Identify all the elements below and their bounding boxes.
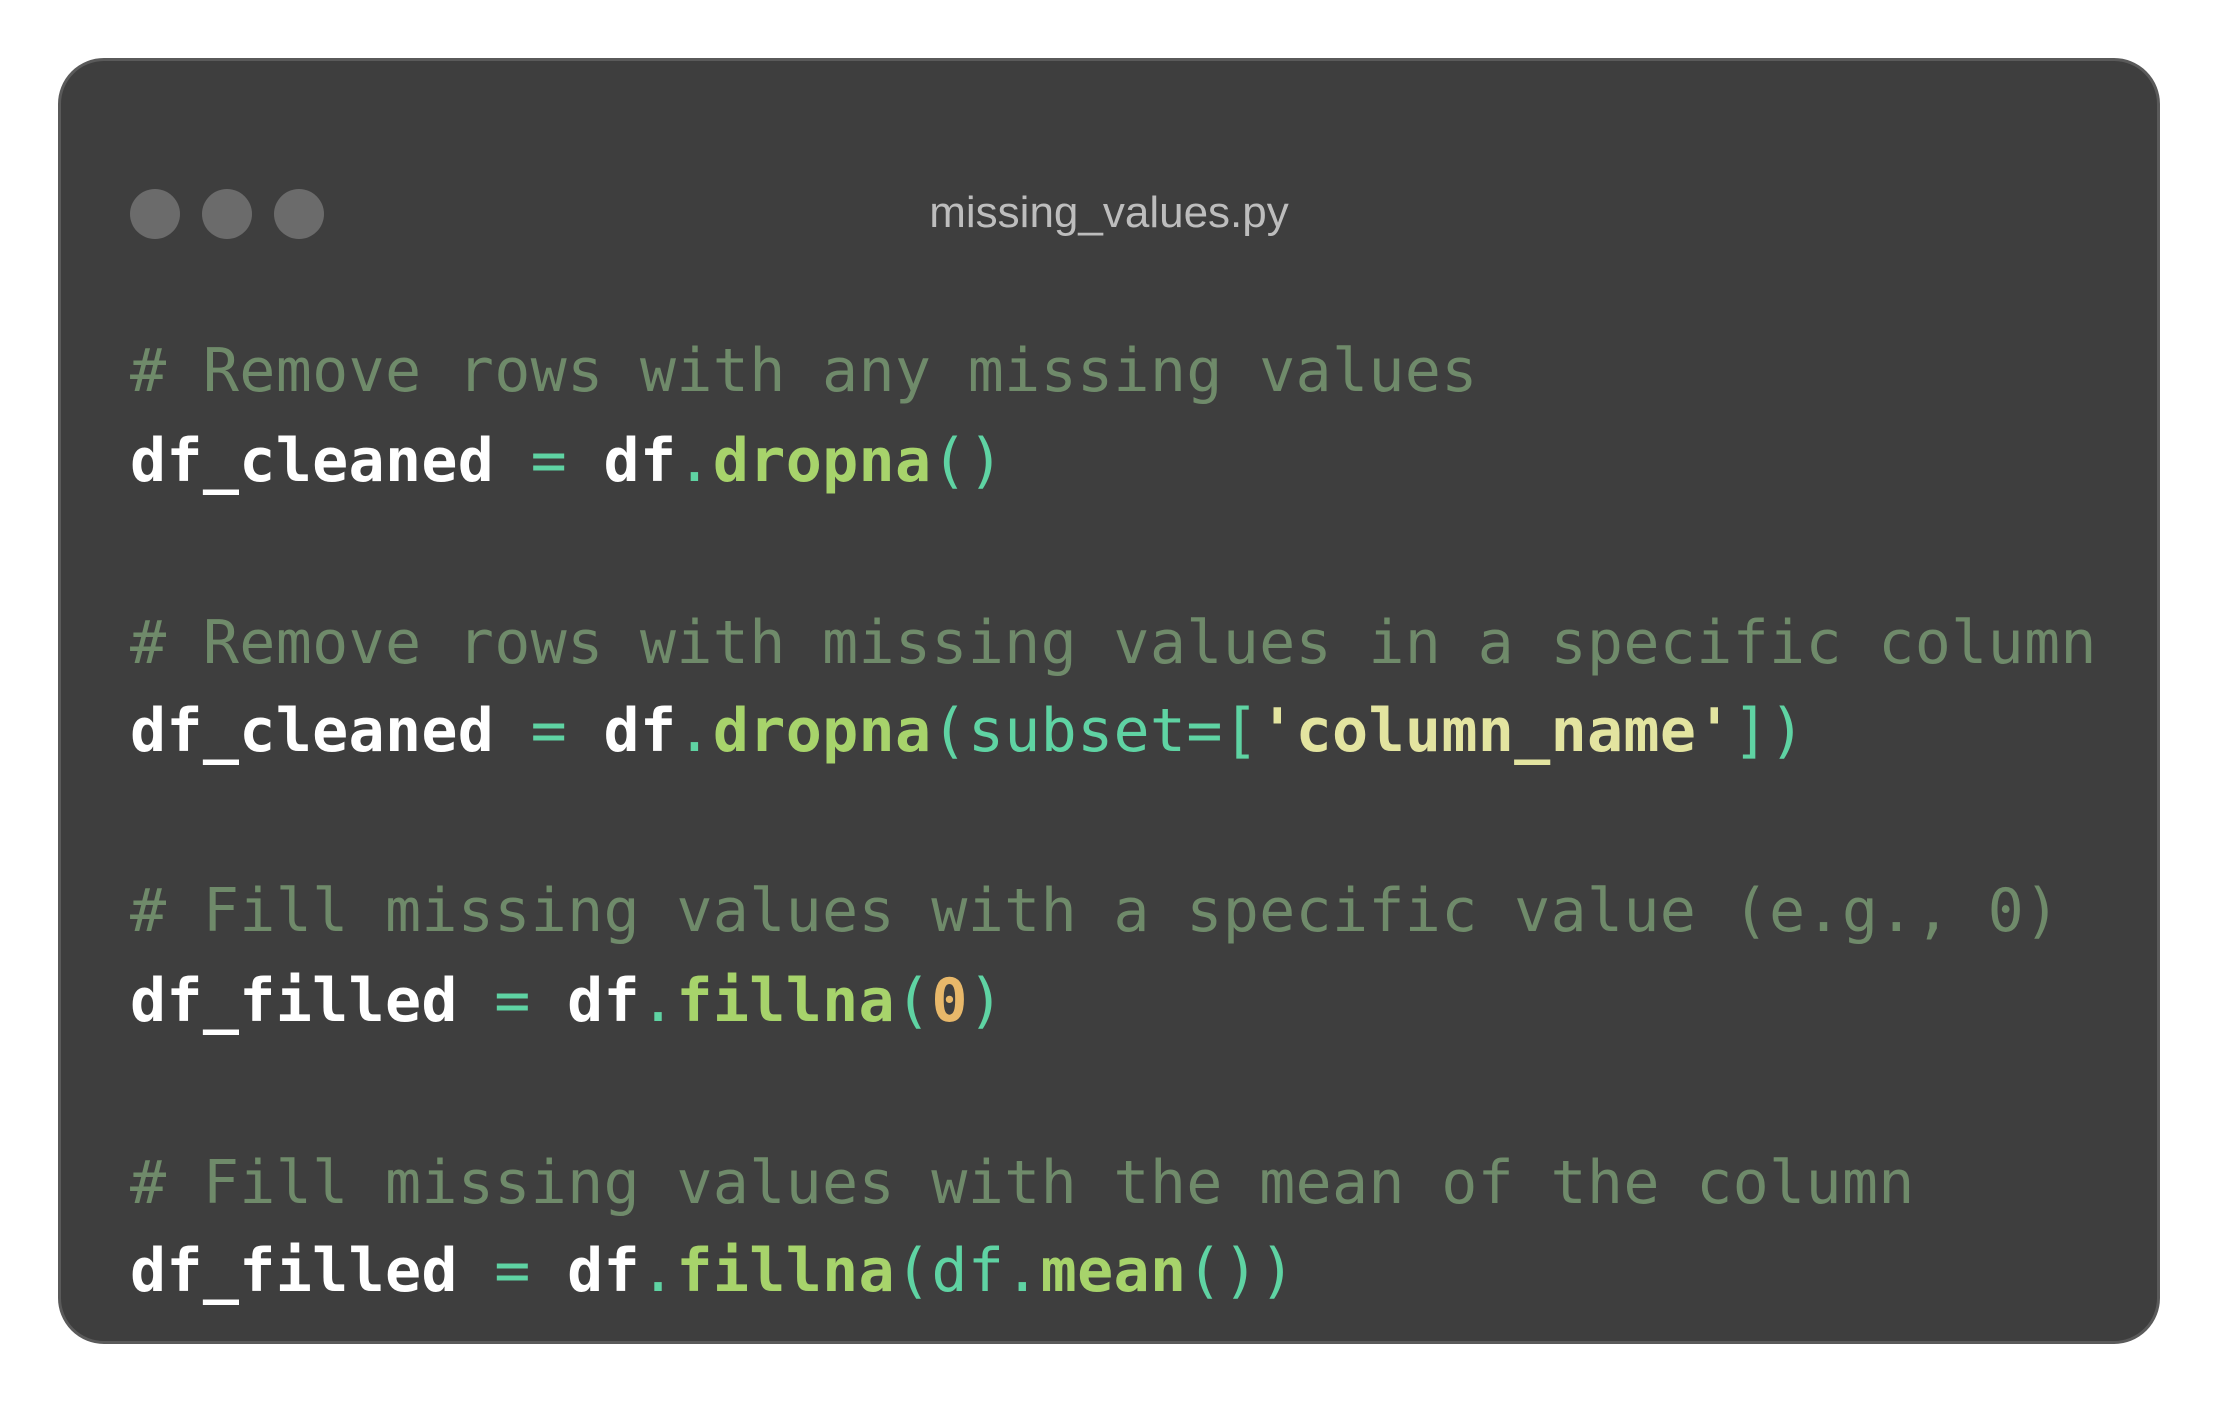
code-line-3: # Remove rows with missing values in a s… <box>130 603 2097 683</box>
code-token-number: 0 <box>931 966 968 1036</box>
code-line-5: # Fill missing values with a specific va… <box>130 871 2060 951</box>
code-token-punct: ) <box>967 966 1005 1036</box>
code-line-2: df_cleaned = df.dropna() <box>130 421 1004 501</box>
code-token-punct: ]) <box>1732 696 1806 766</box>
code-token-identifier: df_cleaned <box>130 696 495 766</box>
code-token-punct: . <box>639 966 677 1036</box>
code-line-4: df_cleaned = df.dropna(subset=['column_n… <box>130 691 1806 771</box>
code-token-identifier: df <box>603 426 677 496</box>
code-token-operator: = <box>530 426 568 496</box>
code-window: missing_values.py # Remove rows with any… <box>58 58 2160 1344</box>
code-token-method: fillna <box>676 966 895 1036</box>
code-line-7: # Fill missing values with the mean of t… <box>130 1143 1915 1223</box>
code-token-punct: ( <box>894 966 932 1036</box>
code-token-operator: = <box>530 696 568 766</box>
code-token-punct: (subset=[ <box>931 696 1260 766</box>
code-token-identifier <box>531 1236 567 1306</box>
code-token-comment: # Remove rows with any missing values <box>130 336 1478 406</box>
code-token-identifier <box>458 1236 494 1306</box>
code-token-identifier <box>567 696 603 766</box>
window-titlebar: missing_values.py <box>61 61 2157 261</box>
code-token-method: fillna <box>676 1236 895 1306</box>
code-token-method: dropna <box>712 426 932 496</box>
code-token-punct: () <box>931 426 1005 496</box>
code-token-identifier <box>494 696 530 766</box>
code-line-1: # Remove rows with any missing values <box>130 331 1478 411</box>
code-token-punct: (df. <box>894 1236 1041 1306</box>
code-token-identifier <box>494 426 530 496</box>
code-token-identifier: df <box>567 966 640 1036</box>
code-token-comment: # Remove rows with missing values in a s… <box>130 608 2097 678</box>
code-token-identifier: df_cleaned <box>130 426 495 496</box>
code-token-identifier: df_filled <box>130 966 458 1036</box>
code-line-6: df_filled = df.fillna(0) <box>130 961 1004 1041</box>
code-token-string: 'column_name' <box>1259 696 1733 766</box>
code-token-method: dropna <box>712 696 932 766</box>
code-token-identifier: df <box>603 696 677 766</box>
code-token-comment: # Fill missing values with the mean of t… <box>130 1148 1915 1218</box>
code-token-identifier: df <box>567 1236 640 1306</box>
file-title: missing_values.py <box>929 188 1289 237</box>
code-token-punct: . <box>676 696 713 766</box>
code-block: # Remove rows with any missing values df… <box>130 61 2097 1306</box>
code-token-method: mean <box>1040 1236 1187 1306</box>
code-token-operator: = <box>494 1236 531 1306</box>
code-token-identifier: df_filled <box>130 1236 458 1306</box>
code-token-punct: ()) <box>1186 1236 1296 1306</box>
code-token-identifier <box>567 426 603 496</box>
code-token-comment: # Fill missing values with a specific va… <box>130 876 2061 946</box>
code-line-8: df_filled = df.fillna(df.mean()) <box>130 1231 1296 1311</box>
code-token-punct: . <box>676 426 713 496</box>
code-token-identifier <box>531 966 567 1036</box>
code-token-operator: = <box>494 966 531 1036</box>
code-token-identifier <box>458 966 494 1036</box>
code-token-punct: . <box>639 1236 677 1306</box>
